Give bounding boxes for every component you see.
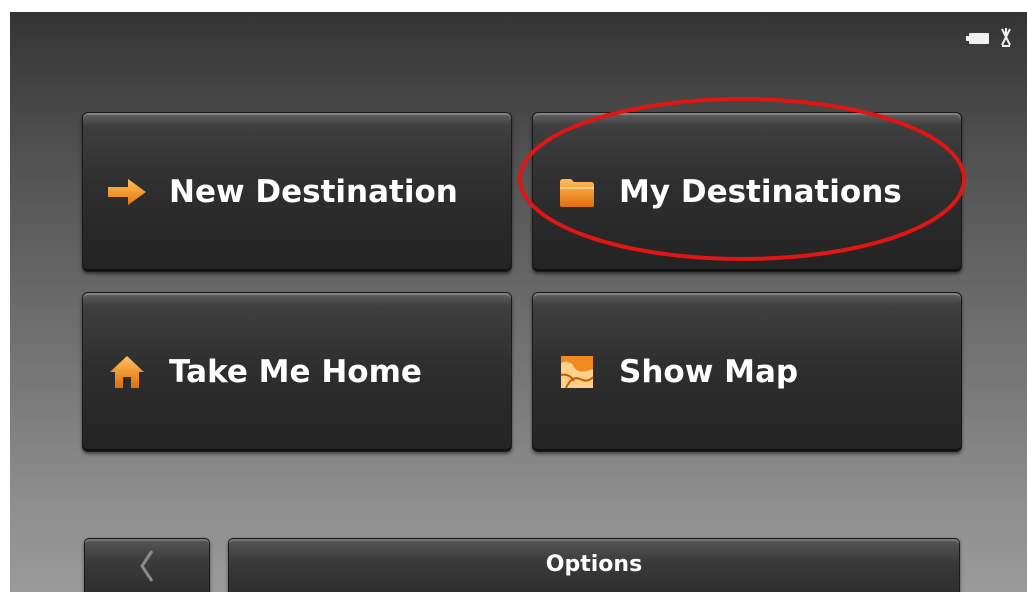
show-map-button[interactable]: Show Map	[532, 292, 962, 452]
back-button[interactable]	[84, 538, 210, 592]
status-bar	[966, 26, 1013, 50]
satellite-icon	[1001, 28, 1011, 47]
my-destinations-button[interactable]: My Destinations	[532, 112, 962, 272]
folder-icon	[557, 172, 597, 212]
main-menu-screen: New Destination My Destinations Take Me …	[10, 12, 1027, 592]
take-me-home-label: Take Me Home	[169, 354, 422, 390]
chevron-left-icon	[140, 550, 154, 582]
options-button[interactable]: Options	[228, 538, 960, 592]
show-map-label: Show Map	[619, 354, 799, 390]
new-destination-label: New Destination	[169, 174, 458, 210]
battery-icon	[966, 32, 989, 44]
map-icon	[557, 352, 597, 392]
my-destinations-label: My Destinations	[619, 174, 902, 210]
new-destination-button[interactable]: New Destination	[82, 112, 512, 272]
take-me-home-button[interactable]: Take Me Home	[82, 292, 512, 452]
options-label: Options	[545, 552, 643, 577]
arrow-right-icon	[107, 172, 147, 212]
home-icon	[107, 352, 147, 392]
